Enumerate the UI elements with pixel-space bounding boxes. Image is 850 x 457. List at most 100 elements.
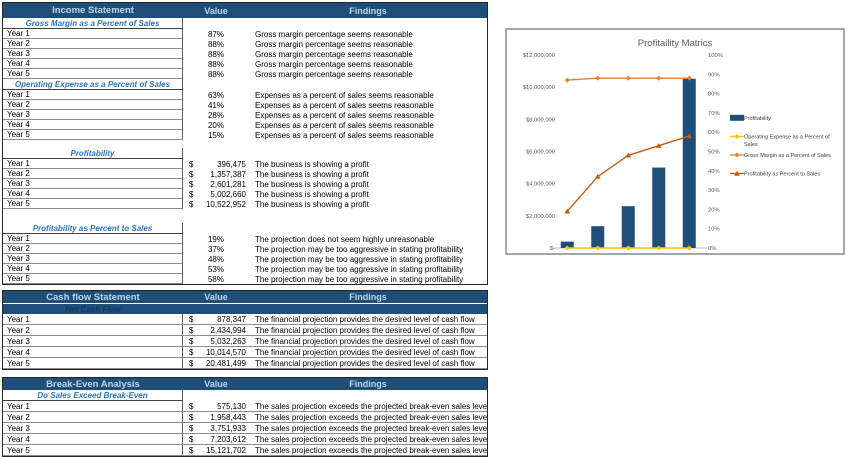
- row-label: Year 3: [3, 110, 183, 120]
- column-header-value: Value: [183, 379, 249, 389]
- row-label: Year 4: [3, 347, 183, 357]
- line-marker: [735, 153, 740, 158]
- row-label: Year 4: [3, 59, 183, 69]
- currency-symbol: $: [189, 200, 193, 209]
- currency-symbol: $: [189, 180, 193, 189]
- row-label: Year 2: [3, 169, 183, 179]
- group-subtitle: Gross Margin as a Percent of Sales: [26, 19, 160, 28]
- group-subtitle-cell: Profitability as Percent to Sales: [3, 223, 183, 234]
- table-row: Year 1$575,130The sales projection excee…: [3, 401, 487, 412]
- empty-cell: [183, 79, 249, 90]
- table-row: Year 588%Gross margin percentage seems r…: [3, 69, 487, 79]
- row-value: $575,130: [183, 401, 249, 411]
- row-value: $10,014,570: [183, 347, 249, 357]
- row-finding: Expenses as a percent of sales seems rea…: [249, 90, 487, 100]
- row-finding: Gross margin percentage seems reasonable: [249, 59, 487, 69]
- table-row: Year 328%Expenses as a percent of sales …: [3, 110, 487, 120]
- row-value: $3,751,933: [183, 423, 249, 433]
- section-title: Break-Even Analysis: [3, 379, 183, 390]
- row-finding: The financial projection provides the de…: [249, 358, 487, 368]
- spacer-row: [3, 140, 487, 148]
- row-finding: The financial projection provides the de…: [249, 314, 487, 324]
- section-header-band: Income StatementValueFindings: [3, 3, 487, 18]
- row-amount: 10,014,570: [206, 348, 246, 357]
- right-axis-tick-label: 100%: [708, 53, 723, 59]
- table-row: Year 288%Gross margin percentage seems r…: [3, 39, 487, 49]
- table-row: Year 241%Expenses as a percent of sales …: [3, 100, 487, 110]
- row-value: $15,121,702: [183, 445, 249, 455]
- row-finding: The sales projection exceeds the project…: [249, 423, 487, 433]
- row-label: Year 2: [3, 412, 183, 422]
- row-label: Year 3: [3, 49, 183, 59]
- row-amount: 10,522,952: [206, 200, 246, 209]
- row-finding: Gross margin percentage seems reasonable: [249, 69, 487, 79]
- row-value: 88%: [183, 49, 249, 59]
- row-amount: 1,958,443: [210, 413, 246, 422]
- table-row: Year 488%Gross margin percentage seems r…: [3, 59, 487, 69]
- row-finding: Expenses as a percent of sales seems rea…: [249, 100, 487, 110]
- row-value: 19%: [183, 234, 249, 244]
- table-row: Year 237%The projection may be too aggre…: [3, 244, 487, 254]
- row-finding: Expenses as a percent of sales seems rea…: [249, 130, 487, 140]
- legend-item-operating-expense-as-a-percent-of-sales-label: Sales: [744, 142, 758, 148]
- group-subtitle-row: Profitability as Percent to Sales: [3, 223, 487, 234]
- right-axis-tick-label: 20%: [708, 207, 720, 213]
- row-value: $20,481,499: [183, 358, 249, 368]
- row-value: $1,958,443: [183, 412, 249, 422]
- table-row: Year 558%The projection may be too aggre…: [3, 274, 487, 284]
- legend-item-operating-expense-as-a-percent-of-sales-label: Operating Expense as a Percent of: [744, 135, 830, 141]
- currency-symbol: $: [189, 326, 193, 335]
- row-value: 48%: [183, 254, 249, 264]
- row-label: Year 5: [3, 69, 183, 79]
- row-value: 88%: [183, 39, 249, 49]
- left-axis-tick-label: $4,000,000: [526, 182, 555, 188]
- row-label: Year 1: [3, 401, 183, 411]
- row-amount: 5,002,660: [210, 190, 246, 199]
- group-subtitle-cell: Do Sales Exceed Break-Even: [3, 390, 183, 401]
- row-value: $10,522,952: [183, 199, 249, 209]
- row-value: $878,347: [183, 314, 249, 324]
- right-axis-tick-label: 80%: [708, 92, 720, 98]
- table-row: Year 2$1,357,387The business is showing …: [3, 169, 487, 179]
- table-row: Year 3$2,601,281The business is showing …: [3, 179, 487, 189]
- row-value: $2,434,994: [183, 325, 249, 335]
- group-subtitle-row: Operating Expense as a Percent of Sales: [3, 79, 487, 90]
- banded-subtitle: Net Cash Flow: [65, 305, 120, 314]
- currency-symbol: $: [189, 424, 193, 433]
- row-label: Year 2: [3, 39, 183, 49]
- table-row: Year 119%The projection does not seem hi…: [3, 234, 487, 244]
- section: Cash flow StatementValueFindingsNet Cash…: [2, 290, 488, 370]
- row-amount: 15,121,702: [206, 446, 246, 455]
- row-label: Year 5: [3, 274, 183, 284]
- profitability-metrics-chart: Profitaility Matrics$12,000,000$10,000,0…: [505, 28, 845, 255]
- row-value: $7,203,612: [183, 434, 249, 444]
- banded-subtitle-row: Net Cash Flow: [3, 303, 487, 314]
- row-amount: 1,357,387: [210, 170, 246, 179]
- chart-canvas: Profitaility Matrics$12,000,000$10,000,0…: [507, 30, 843, 253]
- left-axis-tick-label: $8,000,000: [526, 117, 555, 123]
- right-axis-tick-label: 40%: [708, 169, 720, 175]
- group-subtitle-row: Do Sales Exceed Break-Even: [3, 390, 487, 401]
- empty-cell: [183, 18, 249, 29]
- section-header-band: Break-Even AnalysisValueFindings: [3, 378, 487, 390]
- right-axis-tick-label: 50%: [708, 150, 720, 156]
- row-label: Year 2: [3, 100, 183, 110]
- row-finding: The financial projection provides the de…: [249, 347, 487, 357]
- bar-profitability: [652, 168, 665, 248]
- row-label: Year 4: [3, 120, 183, 130]
- row-finding: The sales projection exceeds the project…: [249, 445, 487, 455]
- row-value: 41%: [183, 100, 249, 110]
- row-finding: The projection may be too aggressive in …: [249, 254, 487, 264]
- currency-symbol: $: [189, 435, 193, 444]
- row-label: Year 1: [3, 234, 183, 244]
- row-amount: 7,203,612: [210, 435, 246, 444]
- line-marker: [565, 78, 570, 83]
- legend-item-profitability-swatch: [730, 115, 744, 121]
- line-marker: [656, 76, 661, 81]
- empty-cell: [183, 148, 249, 159]
- chart-title: Profitaility Matrics: [638, 38, 713, 49]
- row-finding: The financial projection provides the de…: [249, 336, 487, 346]
- row-finding: The business is showing a profit: [249, 199, 487, 209]
- left-axis-tick-label: $12,000,000: [523, 53, 555, 59]
- row-amount: 5,032,263: [210, 337, 246, 346]
